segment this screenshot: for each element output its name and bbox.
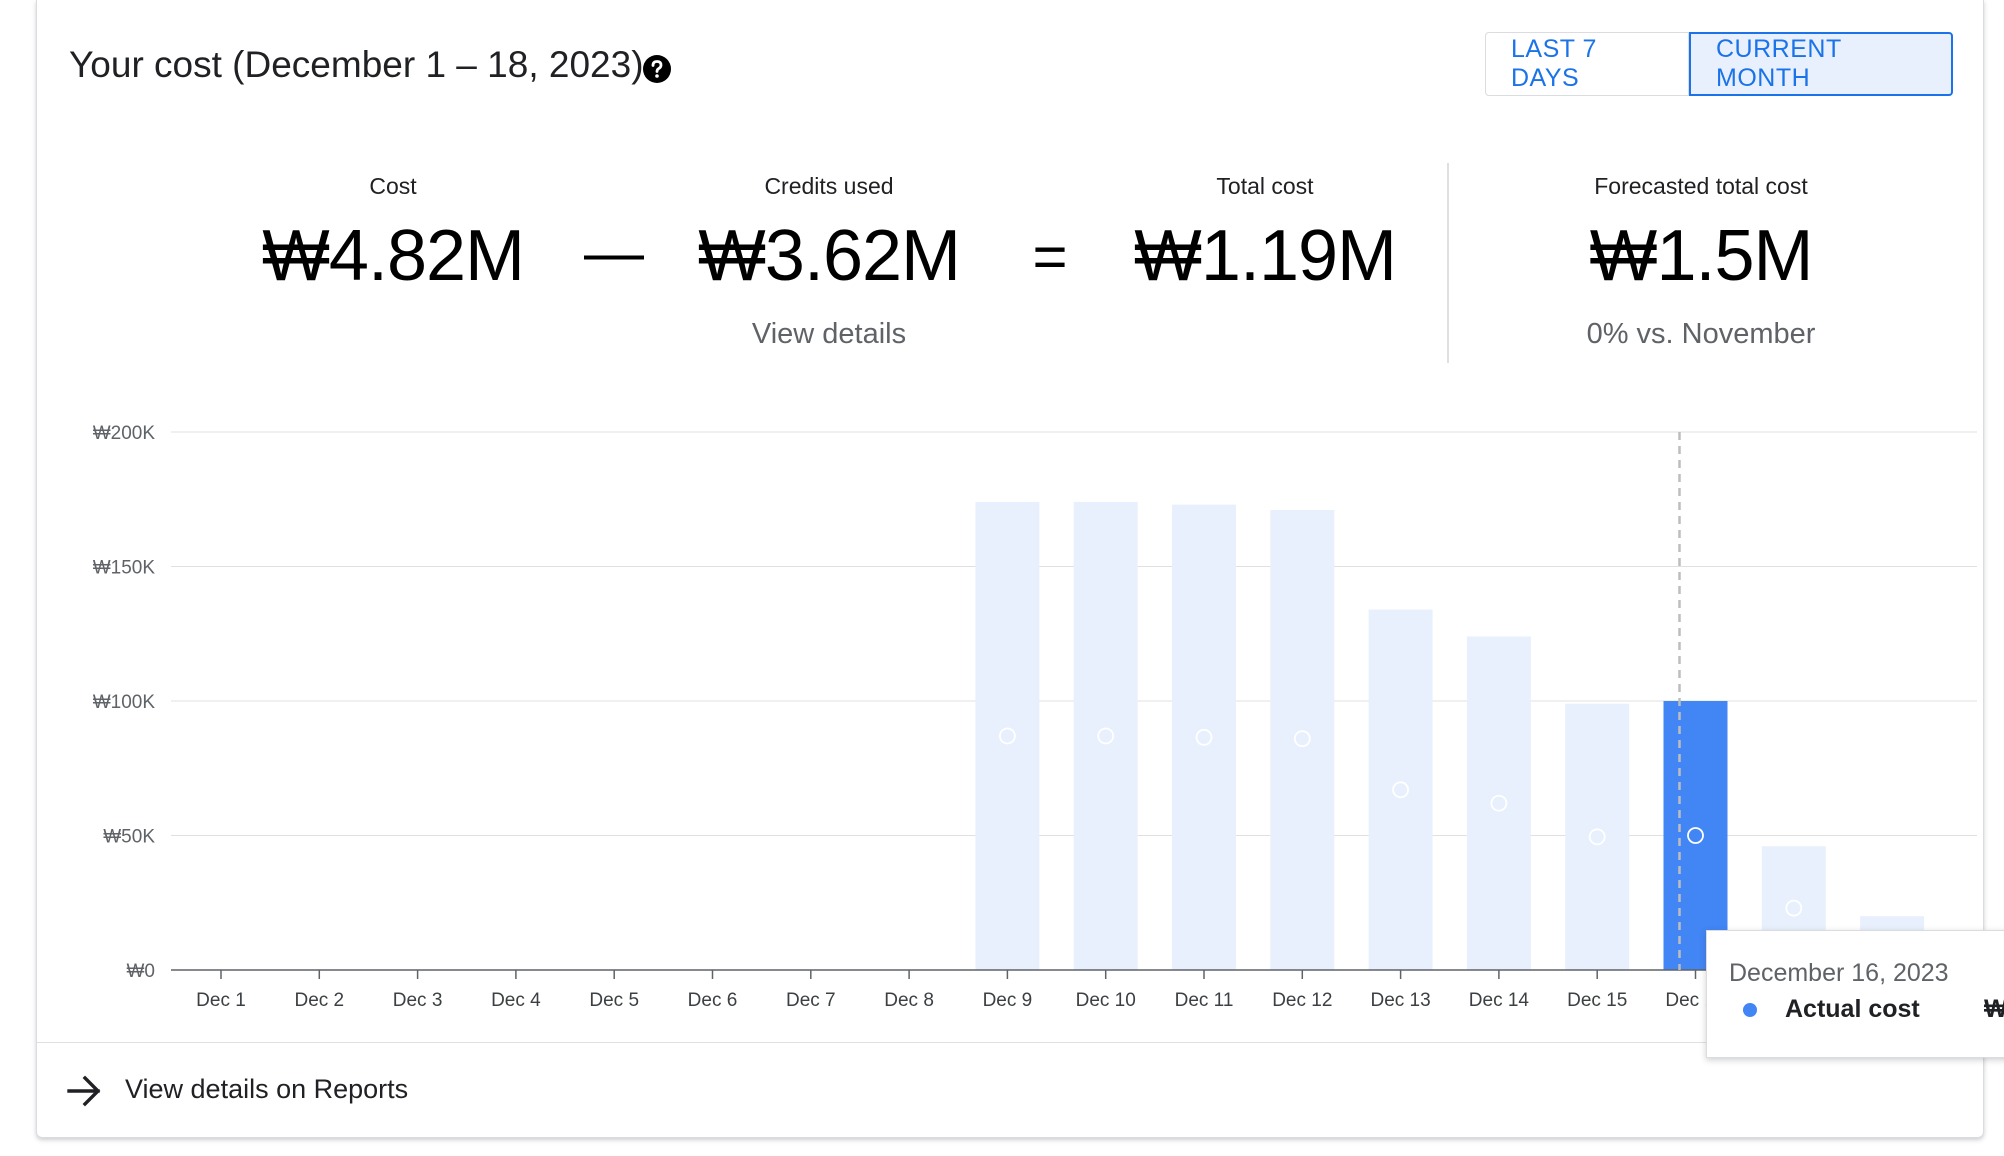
cost-label: Cost: [369, 173, 417, 199]
x-tick-label: Dec 6: [688, 990, 738, 1011]
footer-divider: [37, 1042, 1983, 1043]
credits-used-label: Credits used: [764, 173, 894, 199]
x-tick-label: Dec 5: [589, 990, 639, 1011]
bar: [975, 501, 1040, 970]
y-tick-label: ₩0: [127, 961, 156, 982]
view-details-link[interactable]: View details: [649, 318, 1009, 351]
x-tick-label: Dec 8: [884, 990, 934, 1011]
x-tick-label: Dec 1: [196, 990, 246, 1011]
x-tick-label: Dec 7: [786, 990, 836, 1011]
x-tick-label: Dec 14: [1469, 990, 1530, 1011]
forecast-comparison: 0% vs. November: [1586, 318, 1816, 350]
bar: [1270, 510, 1335, 970]
daily-cost-chart: ₩0 ₩50K ₩100K ₩150K ₩200K Dec 1 Dec 2 Dec 3 Dec …: [93, 423, 1977, 1011]
card-title: Your cost (December 1 – 18, 2023): [69, 44, 644, 85]
x-tick-label: Dec 3: [393, 990, 443, 1011]
bar: [1073, 501, 1138, 970]
summary-divider: [1447, 163, 1449, 363]
total-cost-label: Total cost: [1216, 173, 1314, 199]
x-tick-label: Dec 10: [1076, 990, 1136, 1011]
current-month-button[interactable]: CURRENT MONTH: [1689, 32, 1953, 96]
forecast-label: Forecasted total cost: [1594, 173, 1808, 199]
x-tick-label: Dec 12: [1272, 990, 1332, 1011]
range-toggle: LAST 7 DAYS CURRENT MONTH: [1485, 32, 1953, 98]
bar: [1466, 636, 1531, 970]
arrow-right-icon[interactable]: [65, 1072, 103, 1110]
total-cost-value: ₩1.19M: [1133, 216, 1397, 296]
x-tick-label: Dec 9: [983, 990, 1033, 1011]
bar: [1565, 703, 1630, 970]
y-tick-label: ₩200K: [93, 423, 156, 444]
x-tick-label: Dec 4: [491, 990, 541, 1011]
cost-card: Your cost (December 1 – 18, 2023) LAST 7…: [36, 0, 1984, 1138]
tooltip-value: ₩: [1984, 995, 2004, 1023]
last-7-days-button[interactable]: LAST 7 DAYS: [1485, 32, 1689, 96]
forecast-value: ₩1.5M: [1589, 216, 1813, 296]
view-reports-link[interactable]: View details on Reports: [125, 1074, 408, 1105]
x-tick-label: Dec 13: [1370, 990, 1430, 1011]
y-tick-label: ₩100K: [93, 692, 156, 713]
bar: [1172, 504, 1236, 970]
bar: [1368, 609, 1433, 970]
credits-used-value: ₩3.62M: [697, 216, 961, 296]
series-dot-icon: [1743, 1003, 1757, 1017]
minus-sign: —: [584, 219, 644, 286]
cost-value: ₩4.82M: [261, 216, 525, 296]
tooltip-series-label: Actual cost: [1785, 995, 1920, 1023]
tooltip-date: December 16, 2023: [1729, 959, 1949, 987]
x-tick-label: Dec 11: [1175, 990, 1234, 1011]
y-tick-label: ₩50K: [103, 827, 155, 848]
help-circle-icon[interactable]: [642, 54, 672, 84]
equals-sign: =: [1032, 223, 1068, 290]
x-tick-label: Dec 15: [1567, 990, 1627, 1011]
x-tick-label: Dec 2: [294, 990, 344, 1011]
y-tick-label: ₩150K: [93, 558, 156, 579]
chart-tooltip: December 16, 2023 Actual cost ₩: [1706, 930, 2004, 1058]
